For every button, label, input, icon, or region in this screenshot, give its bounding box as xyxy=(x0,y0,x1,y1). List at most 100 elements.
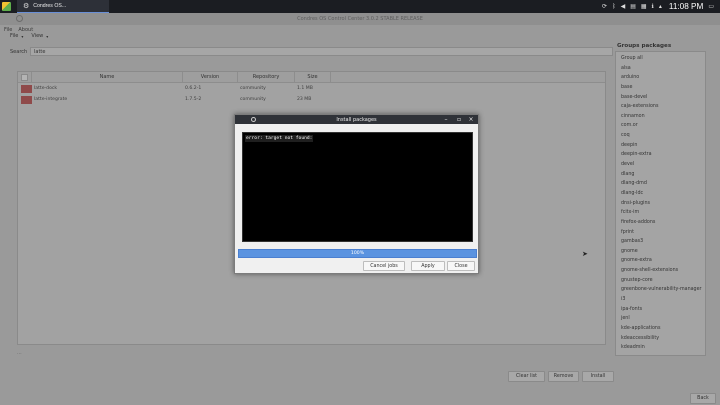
cancel-jobs-button[interactable]: Cancel jobs xyxy=(363,261,405,271)
group-item[interactable]: kdeaccessibility xyxy=(616,334,705,344)
install-packages-dialog: Install packages – ▫ × error: target not… xyxy=(234,114,479,274)
console-text: error: target not found: xyxy=(245,135,314,142)
tray-expand-icon[interactable]: ▴ xyxy=(659,3,662,10)
install-button[interactable]: Install xyxy=(582,371,614,382)
package-name: latte-integrate xyxy=(34,97,68,102)
clear-list-button[interactable]: Clear list xyxy=(508,371,545,382)
window-title: Condres OS Control Center 3.0.2 STABLE R… xyxy=(297,16,423,22)
group-item[interactable]: dlang xyxy=(616,170,705,180)
package-repository: community xyxy=(240,86,266,91)
bluetooth-icon[interactable]: ᛒ xyxy=(612,3,616,10)
group-item[interactable]: caja-extensions xyxy=(616,102,705,112)
mouse-cursor-icon: ➤ xyxy=(582,250,588,258)
group-item[interactable]: jenl xyxy=(616,314,705,324)
install-marker xyxy=(21,84,32,93)
group-item[interactable]: deepin-extra xyxy=(616,150,705,160)
start-menu-button[interactable] xyxy=(0,0,13,13)
column-header-version[interactable]: Version xyxy=(183,72,238,82)
back-button[interactable]: Back xyxy=(690,393,716,404)
update-icon[interactable]: ⟳ xyxy=(602,3,607,10)
minimize-icon[interactable]: – xyxy=(440,115,452,124)
row-mark[interactable] xyxy=(18,94,32,105)
package-name: latte-dock xyxy=(34,86,58,91)
view-dropdown[interactable]: View ▾ xyxy=(31,33,48,39)
group-item[interactable]: kde-applications xyxy=(616,324,705,334)
column-header-size[interactable]: Size xyxy=(295,72,331,82)
file-dropdown-label: File xyxy=(10,33,19,39)
column-header-repository[interactable]: Repository xyxy=(238,72,295,82)
group-item[interactable]: kdeadmin xyxy=(616,343,705,353)
volume-icon[interactable]: ◀ xyxy=(621,3,626,10)
group-item[interactable]: Group all xyxy=(616,54,705,64)
notifications-icon[interactable]: ℹ xyxy=(652,3,654,10)
groups-title: Groups packages xyxy=(617,43,672,49)
window-icon xyxy=(16,15,23,22)
group-item[interactable]: gnome xyxy=(616,247,705,257)
menu-about[interactable]: About xyxy=(18,27,33,33)
search-row: Search latte xyxy=(10,47,613,56)
row-mark[interactable] xyxy=(18,83,32,94)
package-version: 0.6.2-1 xyxy=(185,86,202,91)
file-dropdown[interactable]: File ▾ xyxy=(10,33,23,39)
group-item[interactable]: firefox-addons xyxy=(616,218,705,228)
dialog-title: Install packages xyxy=(336,116,377,123)
group-item[interactable]: cinnamon xyxy=(616,112,705,122)
toolbar: File ▾ View ▾ xyxy=(10,33,48,39)
group-item[interactable]: dnsi-plugins xyxy=(616,199,705,209)
group-item[interactable]: ipa-fonts xyxy=(616,305,705,315)
menu-file[interactable]: File xyxy=(4,27,12,33)
close-button[interactable]: Close xyxy=(447,261,475,271)
group-item[interactable]: fcitx-im xyxy=(616,208,705,218)
group-item[interactable]: com.or xyxy=(616,121,705,131)
progress-label: 100% xyxy=(350,251,365,256)
search-label: Search xyxy=(10,48,28,55)
dialog-titlebar[interactable]: Install packages – ▫ × xyxy=(235,115,478,124)
table-row[interactable]: latte-dock 0.6.2-1 community 1.1 MB xyxy=(18,83,605,94)
condres-logo-icon xyxy=(2,2,11,11)
menubar: File About xyxy=(0,25,720,34)
select-all-checkbox[interactable] xyxy=(21,73,28,81)
taskbar-task-condres[interactable]: ⚙ Condres OS... xyxy=(17,0,109,13)
group-item[interactable]: dlang-dmd xyxy=(616,179,705,189)
network-icon[interactable]: ▦ xyxy=(641,3,647,10)
install-marker xyxy=(21,95,32,104)
group-item[interactable]: gnome-extra xyxy=(616,256,705,266)
group-item[interactable]: base xyxy=(616,83,705,93)
dialog-icon xyxy=(251,117,256,122)
group-item[interactable]: alsa xyxy=(616,64,705,74)
package-version: 1.7.5-2 xyxy=(185,97,202,102)
select-all-column[interactable] xyxy=(18,72,32,82)
package-repository: community xyxy=(240,97,266,102)
search-input[interactable]: latte xyxy=(30,47,613,56)
group-item[interactable]: arduino xyxy=(616,73,705,83)
system-tray: ⟳ ᛒ ◀ ▤ ▦ ℹ ▴ 11:08 PM ▭ xyxy=(602,2,720,11)
group-item[interactable]: devel xyxy=(616,160,705,170)
taskbar: ⚙ Condres OS... ⟳ ᛒ ◀ ▤ ▦ ℹ ▴ 11:08 PM ▭ xyxy=(0,0,720,13)
group-item[interactable]: deepin xyxy=(616,141,705,151)
group-item[interactable]: fprint xyxy=(616,228,705,238)
remove-button[interactable]: Remove xyxy=(548,371,579,382)
group-item[interactable]: gnome-shell-extensions xyxy=(616,266,705,276)
group-item[interactable]: dlang-ldc xyxy=(616,189,705,199)
group-item[interactable]: greenbone-vulnerability-manager xyxy=(616,285,705,295)
group-item[interactable]: base-devel xyxy=(616,93,705,103)
group-item[interactable]: coq xyxy=(616,131,705,141)
table-row[interactable]: latte-integrate 1.7.5-2 community 23 MB xyxy=(18,94,605,105)
column-header-name[interactable]: Name xyxy=(32,72,183,82)
window-titlebar[interactable]: Condres OS Control Center 3.0.2 STABLE R… xyxy=(0,13,720,25)
group-item[interactable]: gambas3 xyxy=(616,237,705,247)
group-item[interactable]: i3 xyxy=(616,295,705,305)
view-dropdown-label: View xyxy=(31,33,44,39)
clock[interactable]: 11:08 PM xyxy=(669,2,703,11)
group-item[interactable]: gnustep-core xyxy=(616,276,705,286)
show-desktop-icon[interactable]: ▭ xyxy=(708,3,714,10)
table-header: Name Version Repository Size xyxy=(18,72,605,83)
clipboard-icon[interactable]: ▤ xyxy=(630,3,636,10)
apply-button[interactable]: Apply xyxy=(411,261,445,271)
taskbar-task-label: Condres OS... xyxy=(33,3,67,9)
groups-list[interactable]: Group all alsa arduino base base-devel caja-e… xyxy=(615,51,706,356)
close-icon[interactable]: × xyxy=(465,115,477,124)
maximize-icon[interactable]: ▫ xyxy=(453,115,465,124)
console-output: error: target not found: xyxy=(242,132,473,242)
groups-panel: Groups packages Group all alsa arduino base… xyxy=(615,43,710,356)
